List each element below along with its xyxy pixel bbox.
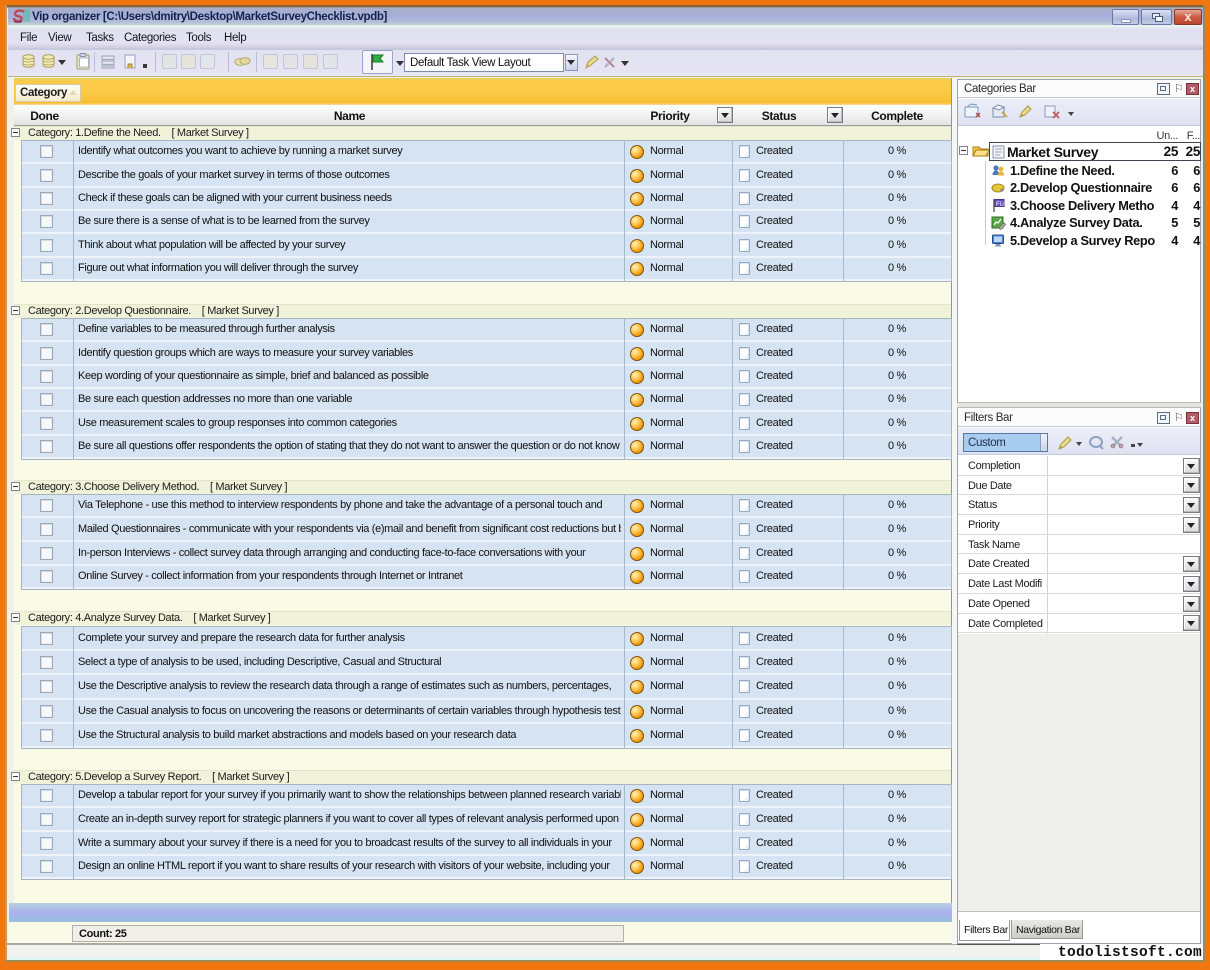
svg-text:FU: FU xyxy=(996,202,1004,208)
